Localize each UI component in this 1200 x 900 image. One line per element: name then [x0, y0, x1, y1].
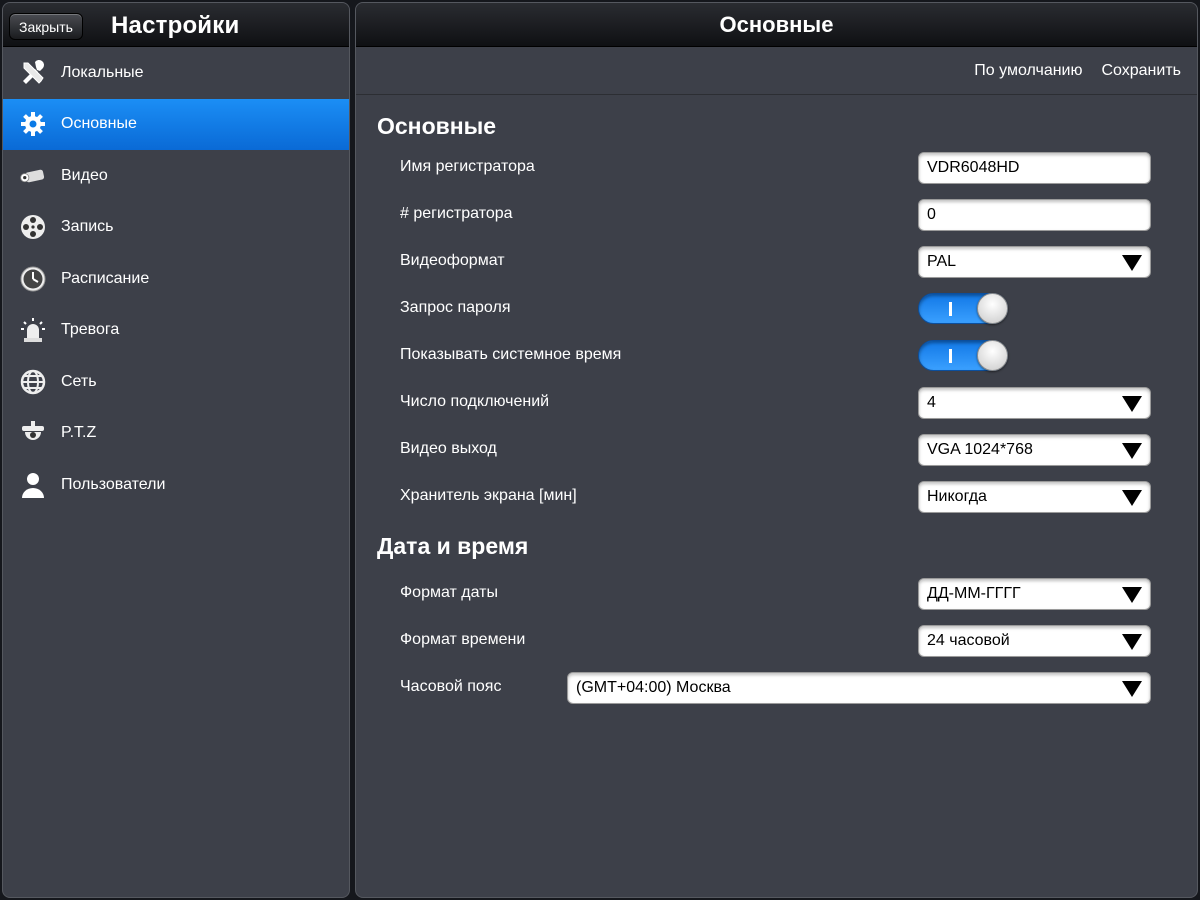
device-number-row: # регистратора 0: [356, 190, 1197, 237]
date-format-value: ДД-ММ-ГГГГ: [927, 585, 1021, 602]
connections-value: 4: [927, 394, 936, 411]
sidebar-item-network[interactable]: Сеть: [3, 356, 349, 408]
sidebar-item-label: P.T.Z: [61, 424, 97, 442]
sidebar-item-local[interactable]: Локальные: [3, 47, 349, 99]
detail-toolbar: По умолчанию Сохранить: [356, 47, 1197, 95]
video-output-row: Видео выход VGA 1024*768: [356, 425, 1197, 472]
toggle-knob: [977, 293, 1008, 324]
screensaver-row: Хранитель экрана [мин] Никогда: [356, 472, 1197, 519]
sidebar-item-label: Видео: [61, 166, 108, 184]
dropdown-arrow-icon: [1122, 443, 1142, 459]
connections-row: Число подключений 4: [356, 378, 1197, 425]
ptz-dome-camera-icon: [3, 418, 61, 448]
sidebar-item-general[interactable]: Основные: [3, 98, 349, 150]
video-format-label: Видеоформат: [400, 252, 505, 269]
time-format-value: 24 часовой: [927, 632, 1010, 649]
date-format-label: Формат даты: [400, 584, 498, 601]
sidebar-item-alarm[interactable]: Тревога: [3, 305, 349, 357]
settings-sidebar: Закрыть Настройки Локальные Основные Вид…: [2, 2, 350, 898]
dropdown-arrow-icon: [1122, 255, 1142, 271]
device-number-label: # регистратора: [400, 205, 513, 222]
page-title: Основные: [719, 11, 834, 37]
video-format-select[interactable]: PAL: [918, 246, 1151, 278]
show-system-time-toggle[interactable]: [918, 340, 1008, 371]
sidebar-item-users[interactable]: Пользователи: [3, 459, 349, 511]
timezone-row: Часовой пояс (GMT+04:00) Москва: [356, 663, 1197, 710]
sidebar-item-schedule[interactable]: Расписание: [3, 253, 349, 305]
connections-select[interactable]: 4: [918, 387, 1151, 419]
sidebar-item-label: Сеть: [61, 372, 97, 390]
device-name-input[interactable]: VDR6048HD: [918, 152, 1151, 184]
time-format-label: Формат времени: [400, 631, 526, 648]
video-format-row: Видеоформат PAL: [356, 237, 1197, 284]
video-format-value: PAL: [927, 253, 957, 270]
sidebar-item-ptz[interactable]: P.T.Z: [3, 408, 349, 460]
gear-icon: [3, 109, 61, 139]
sidebar-item-label: Локальные: [61, 63, 144, 81]
device-name-label: Имя регистратора: [400, 158, 535, 175]
sidebar-item-record[interactable]: Запись: [3, 202, 349, 254]
password-request-row: Запрос пароля: [356, 284, 1197, 331]
time-format-select[interactable]: 24 часовой: [918, 625, 1151, 657]
sidebar-item-label: Запись: [61, 218, 114, 236]
dropdown-arrow-icon: [1122, 396, 1142, 412]
network-globe-icon: [3, 367, 61, 397]
toggle-knob: [977, 340, 1008, 371]
device-name-row: Имя регистратора VDR6048HD: [356, 143, 1197, 190]
screensaver-value: Никогда: [927, 488, 987, 505]
timezone-label: Часовой пояс: [400, 678, 502, 695]
device-number-input[interactable]: 0: [918, 199, 1151, 231]
sidebar-item-label: Пользователи: [61, 475, 166, 493]
dropdown-arrow-icon: [1122, 681, 1142, 697]
camera-icon: [3, 161, 61, 191]
screensaver-select[interactable]: Никогда: [918, 481, 1151, 513]
screensaver-label: Хранитель экрана [мин]: [400, 487, 577, 504]
film-reel-icon: [3, 212, 61, 242]
settings-detail-panel: Основные По умолчанию Сохранить Основные…: [355, 2, 1198, 898]
password-request-toggle[interactable]: [918, 293, 1008, 324]
clock-icon: [3, 264, 61, 294]
show-system-time-label: Показывать системное время: [400, 346, 622, 363]
sidebar-menu: Локальные Основные Видео Запись Расписан…: [3, 47, 349, 511]
time-format-row: Формат времени 24 часовой: [356, 616, 1197, 663]
video-output-value: VGA 1024*768: [927, 441, 1033, 458]
app-frame: Закрыть Настройки Локальные Основные Вид…: [0, 0, 1200, 900]
section-general-title: Основные: [377, 113, 497, 139]
dropdown-arrow-icon: [1122, 634, 1142, 650]
sidebar-title: Настройки: [111, 12, 240, 39]
timezone-select[interactable]: (GMT+04:00) Москва: [567, 672, 1151, 704]
dropdown-arrow-icon: [1122, 587, 1142, 603]
section-datetime-title: Дата и время: [377, 533, 529, 559]
close-button[interactable]: Закрыть: [9, 13, 83, 40]
timezone-value: (GMT+04:00) Москва: [576, 679, 731, 696]
alarm-siren-icon: [3, 315, 61, 345]
sidebar-header: Закрыть Настройки: [3, 3, 349, 47]
date-format-select[interactable]: ДД-ММ-ГГГГ: [918, 578, 1151, 610]
toggle-on-indicator-icon: [949, 349, 952, 363]
save-button[interactable]: Сохранить: [1101, 62, 1181, 80]
show-system-time-row: Показывать системное время: [356, 331, 1197, 378]
toggle-on-indicator-icon: [949, 302, 952, 316]
password-request-label: Запрос пароля: [400, 299, 511, 316]
sidebar-item-label: Основные: [61, 115, 137, 133]
user-icon: [3, 470, 61, 500]
video-output-label: Видео выход: [400, 440, 497, 457]
default-button[interactable]: По умолчанию: [974, 62, 1082, 80]
dropdown-arrow-icon: [1122, 490, 1142, 506]
sidebar-item-label: Расписание: [61, 269, 150, 287]
tools-icon: [3, 58, 61, 88]
sidebar-item-label: Тревога: [61, 321, 120, 339]
detail-header: Основные: [356, 3, 1197, 47]
date-format-row: Формат даты ДД-ММ-ГГГГ: [356, 569, 1197, 616]
connections-label: Число подключений: [400, 393, 550, 410]
sidebar-item-video[interactable]: Видео: [3, 150, 349, 202]
video-output-select[interactable]: VGA 1024*768: [918, 434, 1151, 466]
